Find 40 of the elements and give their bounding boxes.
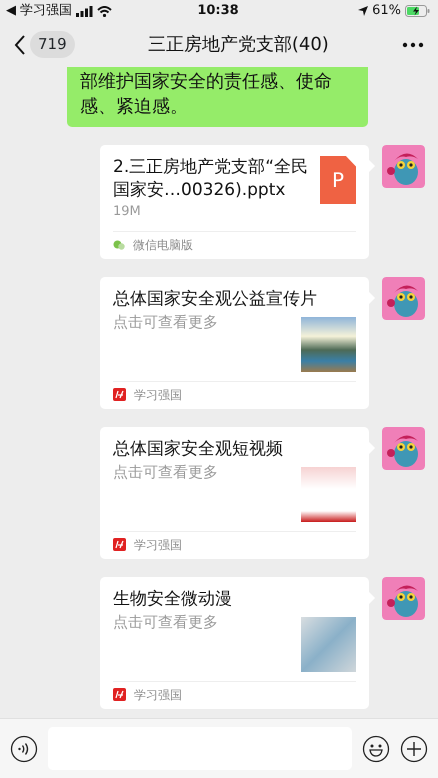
back-app-link[interactable]: 学习强国 (20, 1, 72, 21)
chat-bubbles-icon (113, 240, 125, 250)
link-description: 点击可查看更多 (113, 612, 219, 632)
emoji-icon[interactable] (362, 734, 390, 762)
back-arrow-icon[interactable]: ◀ (6, 1, 16, 21)
unread-count-badge: 719 (30, 31, 75, 58)
thumbnail-photo-placeholder (301, 316, 356, 372)
status-time: 10:38 (197, 2, 239, 20)
thumbnail-photo-placeholder (301, 616, 356, 672)
file-icon: P (320, 156, 356, 204)
link-title: 生物安全微动漫 (113, 588, 233, 610)
file-size: 19M (113, 203, 142, 221)
chat-title: 三正房地产党支部(40) (146, 33, 330, 57)
cartoon-avatar-drawing[interactable] (382, 145, 425, 188)
source-label: 学习强国 (134, 536, 182, 554)
link-title: 总体国家安全观短视频 (113, 438, 284, 460)
battery-charging-icon (405, 5, 430, 17)
wifi-icon (97, 6, 112, 16)
link-title: 总体国家安全观公益宣传片 (113, 288, 318, 310)
more-icon[interactable] (402, 42, 424, 48)
battery-percent: 61% (372, 2, 402, 20)
voice-icon[interactable] (10, 734, 38, 762)
back-chevron-icon[interactable] (14, 34, 26, 54)
source-label: 学习强国 (134, 386, 182, 404)
app-logo-icon (113, 688, 126, 701)
link-description: 点击可查看更多 (113, 462, 219, 482)
cartoon-avatar-drawing[interactable] (382, 426, 425, 470)
app-logo-icon (113, 538, 126, 551)
cartoon-avatar-drawing[interactable] (382, 276, 425, 320)
file-name: 2.三正房地产党支部“全民国家安…00326).pptx (113, 156, 310, 202)
thumbnail-photo-placeholder (301, 466, 356, 522)
source-label: 微信电脑版 (133, 236, 193, 254)
app-logo-icon (113, 388, 126, 401)
signal-icon (76, 6, 93, 16)
location-arrow-icon (358, 6, 368, 16)
plus-icon[interactable] (400, 734, 428, 762)
source-label: 学习强国 (134, 686, 182, 704)
link-description: 点击可查看更多 (113, 312, 219, 332)
cartoon-avatar-drawing[interactable] (382, 576, 425, 620)
sent-message-bubble: 部维护国家安全的责任感、使命感、紧迫感。 (67, 67, 368, 127)
